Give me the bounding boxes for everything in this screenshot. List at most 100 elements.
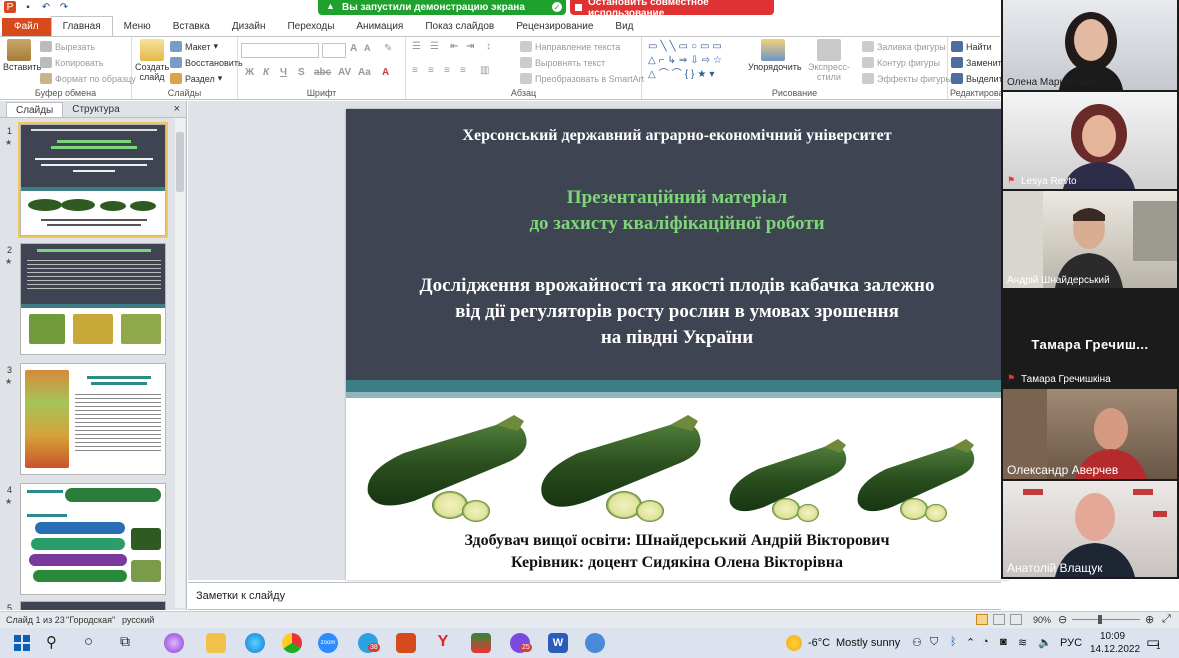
slide-thumbnail-5[interactable]: 5 [0,601,186,610]
language-indicator[interactable]: русский [122,615,154,625]
font-name-combo[interactable] [241,43,319,58]
italic-icon[interactable]: К [263,67,269,78]
spacing-icon[interactable]: AV [338,67,351,78]
winrar-icon[interactable] [471,633,491,653]
chrome-icon[interactable] [282,633,302,653]
zoom-level[interactable]: 90% [1033,615,1051,625]
chevron-up-icon[interactable]: ⌃ [966,636,975,649]
zoom-slider[interactable] [1072,619,1140,620]
yandex-icon[interactable]: Y [433,633,453,653]
screen-share-status[interactable]: ▲ Вы запустили демонстрацию экрана ✓ [318,0,566,15]
tab-slides[interactable]: Слайды [6,102,64,117]
stop-sharing-button[interactable]: Остановить совместное использование [570,0,774,19]
camera-icon[interactable]: ◙ [1000,636,1007,648]
participant-tile-2[interactable]: ⚑ Lesya Revto [1003,92,1177,189]
zoom-icon[interactable]: zoom [318,633,338,653]
close-icon[interactable]: × [174,103,180,115]
zoom-slider-thumb[interactable] [1098,615,1102,624]
tab-review[interactable]: Рецензирование [505,18,604,36]
tab-home[interactable]: Главная [50,16,113,36]
tab-animation[interactable]: Анимация [345,18,414,36]
replace-button[interactable]: Заменить [951,57,1006,68]
tab-view[interactable]: Вид [604,18,644,36]
copilot-icon[interactable] [164,633,184,653]
grow-font-icon[interactable]: A [350,43,357,54]
tab-file[interactable]: Файл [2,18,51,36]
copy-button[interactable]: Копировать [40,57,103,68]
undo-icon[interactable]: ↶ [40,1,52,13]
tab-outline[interactable]: Структура [63,102,128,117]
people-icon[interactable]: ⚇ [912,636,922,649]
current-slide[interactable]: Херсонський державний аграрно-економічни… [346,109,1008,580]
shadow-icon[interactable]: S [298,67,305,78]
task-view-icon[interactable]: ⧉ [120,633,140,653]
bold-icon[interactable]: Ж [245,67,254,78]
fit-window-icon[interactable]: ⤢ [1162,613,1171,626]
save-icon[interactable]: ▪ [22,1,34,13]
case-icon[interactable]: Aa [358,67,371,78]
network-icon[interactable]: ◔ [982,636,989,648]
cortana-icon[interactable]: ○ [84,633,104,653]
font-size-combo[interactable] [322,43,346,58]
panel-scrollbar[interactable] [175,118,185,608]
tab-transitions[interactable]: Переходы [276,18,345,36]
underline-icon[interactable]: Ч [280,67,287,78]
tab-slideshow[interactable]: Показ слайдов [414,18,505,36]
reset-button[interactable]: Восстановить [170,57,243,68]
input-language[interactable]: РУС [1060,637,1082,649]
indent-increase-icon[interactable]: ⇥ [466,41,474,52]
shapes-gallery[interactable]: ▭╲╲▭○▭▭ △⌐↳⇒⇩⇨☆ △⌒⌒{}★▾ [648,40,744,84]
participant-tile-5[interactable]: Олександр Аверчев [1003,389,1177,479]
slide-sorter-icon[interactable] [993,614,1005,625]
strikethrough-icon[interactable]: abc [314,67,331,78]
indent-decrease-icon[interactable]: ⇤ [450,41,458,52]
quick-styles-button[interactable]: Экспресс-стили [800,39,858,82]
clock-date[interactable]: 14.12.2022 [1090,644,1140,655]
reading-view-icon[interactable] [1010,614,1022,625]
section-button[interactable]: Раздел ▾ [170,73,222,84]
edge-icon[interactable] [245,633,265,653]
file-explorer-icon[interactable] [206,633,226,653]
powerpoint-icon[interactable] [396,633,416,653]
search-icon[interactable]: ⚲ [46,633,66,653]
shape-outline-button[interactable]: Контур фигуры [862,57,940,68]
university-title[interactable]: Херсонський державний аграрно-економічни… [346,127,1008,145]
shape-fill-button[interactable]: Заливка фигуры [862,41,946,52]
tab-menu[interactable]: Меню [113,18,162,36]
notes-pane[interactable]: Заметки к слайду [188,582,1001,610]
slide-thumbnail-4[interactable]: 4 ★ [0,483,186,597]
participant-tile-6[interactable]: Анатолій Влащук [1003,481,1177,577]
columns-icon[interactable]: ▥ [480,65,489,76]
smartart-button[interactable]: Преобразовать в SmartArt [520,73,644,84]
shrink-font-icon[interactable]: A [364,43,371,53]
layout-button[interactable]: Макет ▾ [170,41,218,52]
author-info[interactable]: Здобувач вищої освіти: Шнайдерський Андр… [346,530,1008,574]
clock-time[interactable]: 10:09 [1100,631,1125,642]
line-spacing-icon[interactable]: ↕ [486,41,491,52]
numbering-icon[interactable]: ☰ [430,41,439,52]
wifi-icon[interactable]: ≋ [1018,636,1027,649]
security-icon[interactable]: ⛉ [930,636,938,649]
select-button[interactable]: Выделить [951,73,1008,84]
windows-start-icon[interactable] [12,633,32,653]
participant-tile-4[interactable]: Тамара Гречиш... ⚑ Тамара Гречишкіна [1003,290,1177,387]
participant-tile-1[interactable]: Олена Марковська [1003,0,1177,90]
slide-thumbnail-3[interactable]: 3 ★ [0,363,186,477]
justify-icon[interactable]: ≡ [460,65,466,76]
cut-button[interactable]: Вырезать [40,41,95,52]
align-text-button[interactable]: Выровнять текст [520,57,605,68]
clear-format-icon[interactable]: ✎ [384,43,392,54]
tab-design[interactable]: Дизайн [221,18,277,36]
find-button[interactable]: Найти [951,41,992,52]
redo-icon[interactable]: ↷ [58,1,70,13]
normal-view-icon[interactable] [976,614,988,625]
app-icon[interactable] [585,633,605,653]
volume-icon[interactable]: 🔈 [1038,636,1052,649]
align-left-icon[interactable]: ≡ [412,65,418,76]
align-center-icon[interactable]: ≡ [428,65,434,76]
slide-thumbnail-2[interactable]: 2 ★ [0,243,186,357]
arrange-button[interactable]: Упорядочить [748,39,802,72]
paste-button[interactable]: Вставить [3,39,41,72]
format-painter-button[interactable]: Формат по образцу [40,73,136,84]
zucchini-image[interactable] [346,401,1008,527]
